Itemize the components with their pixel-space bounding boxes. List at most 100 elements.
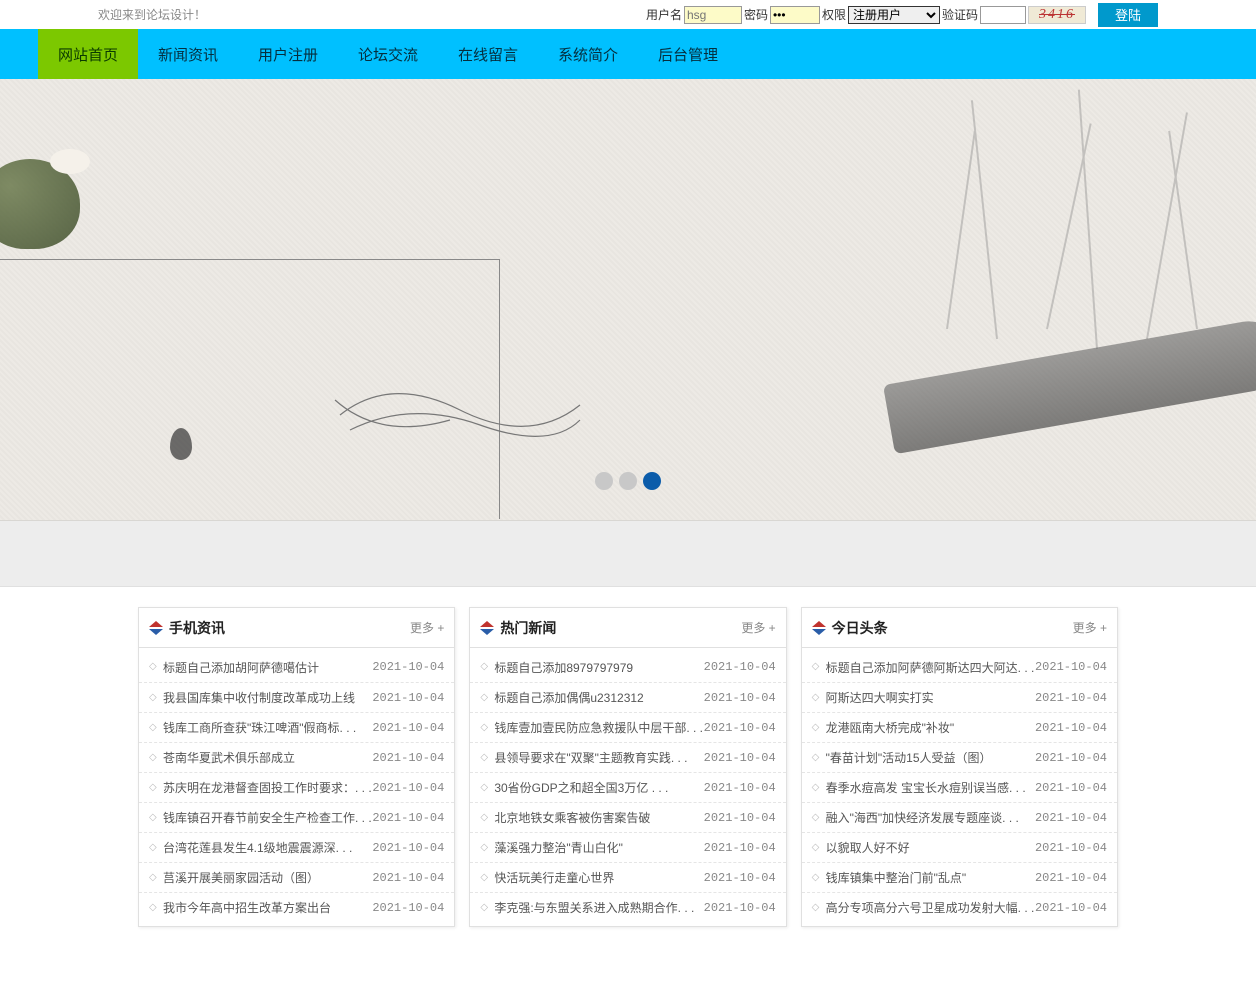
- list-item-date: 2021-10-04: [372, 691, 444, 705]
- list-item-date: 2021-10-04: [1035, 721, 1107, 735]
- list-item-title[interactable]: 钱库镇召开春节前安全生产检查工作. . .: [163, 809, 372, 826]
- card-title: 手机资讯: [169, 618, 225, 638]
- bullet-icon: ◇: [480, 784, 488, 792]
- login-form: 用户名 密码 权限 注册用户 验证码 3416 登陆: [646, 3, 1158, 27]
- bullet-icon: ◇: [480, 814, 488, 822]
- list-item: ◇融入"海西"加快经济发展专题座谈. . .2021-10-04: [802, 802, 1117, 832]
- list-item: ◇我市今年高中招生改革方案出台2021-10-04: [139, 892, 454, 922]
- captcha-image[interactable]: 3416: [1028, 6, 1086, 24]
- list-item-title[interactable]: 藻溪强力整治"青山白化": [494, 839, 703, 856]
- list-item-title[interactable]: 北京地铁女乘客被伤害案告破: [494, 809, 703, 826]
- nav-item[interactable]: 系统简介: [538, 29, 638, 79]
- bullet-icon: ◇: [480, 724, 488, 732]
- list-item: ◇标题自己添加阿萨德阿斯达四大阿达. . .2021-10-04: [802, 652, 1117, 682]
- more-link[interactable]: 更多 +: [1073, 619, 1107, 636]
- welcome-text: 欢迎来到论坛设计！: [98, 6, 206, 23]
- list-item-title[interactable]: 融入"海西"加快经济发展专题座谈. . .: [826, 809, 1035, 826]
- list-item: ◇30省份GDP之和超全国3万亿 . . .2021-10-04: [470, 772, 785, 802]
- login-button[interactable]: 登陆: [1098, 3, 1158, 27]
- list-item: ◇阿斯达四大啊实打实2021-10-04: [802, 682, 1117, 712]
- list-item-title[interactable]: 台湾花莲县发生4.1级地震震源深. . .: [163, 839, 372, 856]
- list-item: ◇高分专项高分六号卫星成功发射大幅. . .2021-10-04: [802, 892, 1117, 922]
- list-item-date: 2021-10-04: [704, 871, 776, 885]
- list-item: ◇龙港瓯南大桥完成"补妆"2021-10-04: [802, 712, 1117, 742]
- list-item-title[interactable]: 高分专项高分六号卫星成功发射大幅. . .: [826, 899, 1035, 916]
- captcha-input[interactable]: [980, 6, 1026, 24]
- carousel-dot[interactable]: [643, 472, 661, 490]
- nav-item[interactable]: 后台管理: [638, 29, 738, 79]
- list-item-date: 2021-10-04: [1035, 691, 1107, 705]
- list-item-title[interactable]: 苏庆明在龙港督查固投工作时要求：. . .: [163, 779, 372, 796]
- diamond-icon: [812, 621, 826, 635]
- list-item-title[interactable]: 以貌取人好不好: [826, 839, 1035, 856]
- carousel-dot[interactable]: [595, 472, 613, 490]
- list-item-date: 2021-10-04: [372, 841, 444, 855]
- list-item: ◇ 藻溪强力整治"青山白化"2021-10-04: [470, 832, 785, 862]
- card-list: ◇标题自己添加胡阿萨德噶估计2021-10-04◇我县国库集中收付制度改革成功上…: [139, 648, 454, 926]
- list-item-title[interactable]: 标题自己添加偶偶u2312312: [494, 689, 703, 706]
- list-item-title[interactable]: 标题自己添加胡阿萨德噶估计: [163, 659, 372, 676]
- section-divider: [0, 521, 1256, 587]
- list-item-title[interactable]: 钱库壹加壹民防应急救援队中层干部. . .: [494, 719, 703, 736]
- card-header: 手机资讯 更多 +: [139, 608, 454, 648]
- list-item-title[interactable]: 龙港瓯南大桥完成"补妆": [826, 719, 1035, 736]
- bullet-icon: ◇: [149, 844, 157, 852]
- list-item-date: 2021-10-04: [1035, 781, 1107, 795]
- list-item-title[interactable]: 李克强:与东盟关系进入成熟期合作. . .: [494, 899, 703, 916]
- nav-item[interactable]: 在线留言: [438, 29, 538, 79]
- list-item-date: 2021-10-04: [1035, 660, 1107, 674]
- list-item-title[interactable]: 我市今年高中招生改革方案出台: [163, 899, 372, 916]
- more-link[interactable]: 更多 +: [741, 619, 775, 636]
- list-item: ◇快活玩美行走童心世界2021-10-04: [470, 862, 785, 892]
- list-item-title[interactable]: 我县国库集中收付制度改革成功上线: [163, 689, 372, 706]
- nav-item[interactable]: 论坛交流: [338, 29, 438, 79]
- list-item-title[interactable]: 阿斯达四大啊实打实: [826, 689, 1035, 706]
- bullet-icon: ◇: [480, 844, 488, 852]
- nav-item[interactable]: 网站首页: [38, 29, 138, 79]
- list-item-date: 2021-10-04: [372, 751, 444, 765]
- username-input[interactable]: [684, 6, 742, 24]
- list-item-date: 2021-10-04: [1035, 751, 1107, 765]
- list-item: ◇莒溪开展美丽家园活动（图）2021-10-04: [139, 862, 454, 892]
- list-item-title[interactable]: 县领导要求在"双聚"主题教育实践. . .: [494, 749, 703, 766]
- list-item-title[interactable]: 快活玩美行走童心世界: [494, 869, 703, 886]
- list-item-title[interactable]: 标题自己添加阿萨德阿斯达四大阿达. . .: [826, 659, 1035, 676]
- bullet-icon: ◇: [812, 844, 820, 852]
- news-card: 手机资讯更多 +◇标题自己添加胡阿萨德噶估计2021-10-04◇我县国库集中收…: [138, 607, 455, 927]
- bullet-icon: ◇: [812, 874, 820, 882]
- list-item-date: 2021-10-04: [704, 751, 776, 765]
- nav-item[interactable]: 用户注册: [238, 29, 338, 79]
- list-item-title[interactable]: 春季水痘高发 宝宝长水痘别误当感. . .: [826, 779, 1035, 796]
- list-item-date: 2021-10-04: [372, 871, 444, 885]
- news-card: 热门新闻更多 +◇标题自己添加89797979792021-10-04◇标题自己…: [469, 607, 786, 927]
- list-item-title[interactable]: 钱库工商所查获"珠江啤酒"假商标. . .: [163, 719, 372, 736]
- list-item-date: 2021-10-04: [372, 811, 444, 825]
- list-item-date: 2021-10-04: [704, 841, 776, 855]
- bullet-icon: ◇: [480, 663, 488, 671]
- list-item-title[interactable]: 钱库镇集中整治门前"乱点": [826, 869, 1035, 886]
- list-item-title[interactable]: 苍南华夏武术俱乐部成立: [163, 749, 372, 766]
- list-item-title[interactable]: "春苗计划"活动15人受益（图）: [826, 749, 1035, 766]
- bullet-icon: ◇: [480, 904, 488, 912]
- list-item-date: 2021-10-04: [1035, 811, 1107, 825]
- password-input[interactable]: [770, 6, 820, 24]
- list-item-date: 2021-10-04: [372, 781, 444, 795]
- list-item-title[interactable]: 标题自己添加8979797979: [494, 659, 703, 676]
- nav-item[interactable]: 新闻资讯: [138, 29, 238, 79]
- list-item-date: 2021-10-04: [1035, 841, 1107, 855]
- list-item: ◇标题自己添加胡阿萨德噶估计2021-10-04: [139, 652, 454, 682]
- list-item: ◇ 以貌取人好不好2021-10-04: [802, 832, 1117, 862]
- list-item-date: 2021-10-04: [372, 660, 444, 674]
- list-item-title[interactable]: 30省份GDP之和超全国3万亿 . . .: [494, 779, 703, 796]
- list-item: ◇ 苏庆明在龙港督查固投工作时要求：. . .2021-10-04: [139, 772, 454, 802]
- list-item-title[interactable]: 莒溪开展美丽家园活动（图）: [163, 869, 372, 886]
- diamond-icon: [149, 621, 163, 635]
- list-item: ◇钱库工商所查获"珠江啤酒"假商标. . .2021-10-04: [139, 712, 454, 742]
- list-item: ◇钱库壹加壹民防应急救援队中层干部. . .2021-10-04: [470, 712, 785, 742]
- carousel-dot[interactable]: [619, 472, 637, 490]
- role-select[interactable]: 注册用户: [848, 6, 940, 24]
- username-label: 用户名: [646, 6, 682, 23]
- bullet-icon: ◇: [149, 784, 157, 792]
- more-link[interactable]: 更多 +: [410, 619, 444, 636]
- card-title: 今日头条: [832, 618, 888, 638]
